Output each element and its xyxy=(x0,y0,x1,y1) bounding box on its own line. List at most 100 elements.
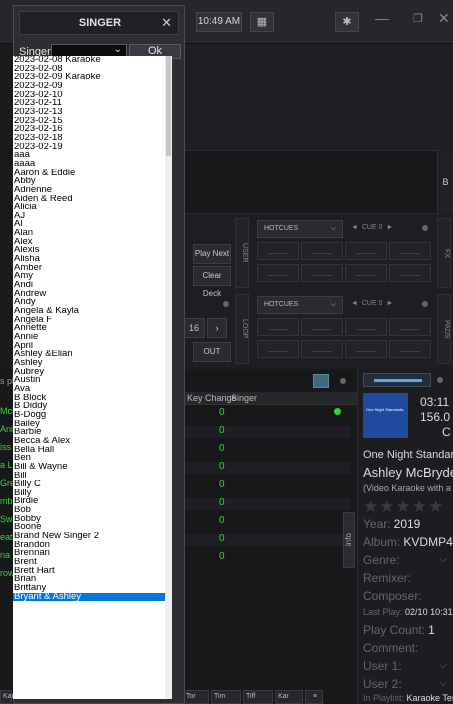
singer-list-item[interactable]: Angela & Kayla xyxy=(13,307,165,316)
hotcue-pad[interactable] xyxy=(345,264,387,282)
table-row[interactable]: 0 xyxy=(183,479,350,492)
singer-list-item[interactable]: 2023-02-10 xyxy=(13,91,165,100)
pads-tab[interactable]: PADS xyxy=(437,294,451,364)
singer-list-item[interactable]: Alex xyxy=(13,238,165,247)
singer-list-item[interactable]: Bobby xyxy=(13,515,165,524)
user2-row[interactable]: User 2: ⌵ xyxy=(363,677,447,691)
cue-nav-top[interactable]: ◄ CUE 0 ► xyxy=(351,224,393,231)
singer-list-item[interactable]: aaa xyxy=(13,151,165,160)
playlist-tab[interactable]: Tor xyxy=(183,690,209,704)
mini-waveform[interactable] xyxy=(363,373,431,387)
close-window-icon[interactable]: ✕ xyxy=(438,10,450,27)
close-icon[interactable]: ✕ xyxy=(161,15,172,31)
waveform-area[interactable] xyxy=(183,150,453,214)
singer-list-item[interactable]: Aiden & Reed xyxy=(13,195,165,204)
singer-list-item[interactable]: Annie xyxy=(13,333,165,342)
cue-nav-bottom[interactable]: ◄ CUE 0 ► xyxy=(351,300,393,307)
hotcue-pad[interactable] xyxy=(389,264,431,282)
hotcue-pad[interactable] xyxy=(345,340,387,358)
singer-list-item[interactable]: Barbie xyxy=(13,428,165,437)
singer-list-item[interactable]: Adrienne xyxy=(13,186,165,195)
singer-list-item[interactable]: Brandon xyxy=(13,541,165,550)
singer-list-item[interactable]: B-Dogg xyxy=(13,411,165,420)
singer-list-item[interactable]: Al xyxy=(13,220,165,229)
genre-row[interactable]: Genre: ⌵ xyxy=(363,553,447,567)
hotcue-pad[interactable] xyxy=(257,242,299,260)
singer-list-item[interactable]: Billy xyxy=(13,489,165,498)
user1-row[interactable]: User 1: ⌵ xyxy=(363,659,447,673)
singer-list-item[interactable]: 2023-02-11 xyxy=(13,99,165,108)
singer-list-item[interactable]: Brian xyxy=(13,575,165,584)
loop-size-display[interactable]: 16 xyxy=(183,318,205,338)
singer-list-item[interactable]: B Diddy xyxy=(13,402,165,411)
singer-list-item[interactable]: 2023-02-08 xyxy=(13,65,165,74)
scrollbar[interactable] xyxy=(165,56,172,699)
singer-list-item[interactable]: Brittany xyxy=(13,584,165,593)
scrollbar-thumb[interactable] xyxy=(166,56,171,156)
singer-list-item[interactable]: Aubrey xyxy=(13,368,165,377)
calendar-icon[interactable]: ▦ xyxy=(250,12,274,32)
singer-list-item[interactable]: 2023-02-08 Karaoke xyxy=(13,56,165,65)
singer-list-item[interactable]: Brennan xyxy=(13,549,165,558)
singer-list-item[interactable]: 2023-02-16 xyxy=(13,125,165,134)
singer-list-item[interactable]: Alexis xyxy=(13,246,165,255)
table-row[interactable]: 0 xyxy=(183,497,350,510)
singer-list-item[interactable]: Amy xyxy=(13,272,165,281)
singer-list-item[interactable]: Bailey xyxy=(13,420,165,429)
singer-list-item[interactable]: 2023-02-18 xyxy=(13,134,165,143)
singer-list-item[interactable]: Bill xyxy=(13,472,165,481)
hotcue-pad[interactable] xyxy=(345,242,387,260)
singer-list-item[interactable]: Annette xyxy=(13,324,165,333)
hotcue-pad[interactable] xyxy=(301,340,343,358)
hotcue-pad[interactable] xyxy=(257,264,299,282)
singer-list-item[interactable]: Bryant & Ashley xyxy=(13,592,165,602)
table-row[interactable]: 0 xyxy=(183,407,350,420)
singer-list-item[interactable]: B Block xyxy=(13,394,165,403)
table-row[interactable]: 0 xyxy=(183,461,350,474)
singer-list-item[interactable]: Bella Hall xyxy=(13,446,165,455)
singer-list-item[interactable]: Alan xyxy=(13,229,165,238)
hotcue-pad[interactable] xyxy=(301,242,343,260)
singer-list-item[interactable]: 2023-02-15 xyxy=(13,117,165,126)
singer-list-item[interactable]: Aaron & Eddie xyxy=(13,169,165,178)
minimize-icon[interactable]: — xyxy=(375,10,389,26)
maximize-icon[interactable]: ❐ xyxy=(413,12,423,25)
play-next-button[interactable]: Play Next xyxy=(193,244,231,264)
hotcue-pad[interactable] xyxy=(257,340,299,358)
singer-list-item[interactable]: Bill & Wayne xyxy=(13,463,165,472)
table-row[interactable]: 0 xyxy=(183,425,350,438)
singer-list-item[interactable]: Andy xyxy=(13,298,165,307)
singer-list-item[interactable]: Amber xyxy=(13,264,165,273)
singer-list-item[interactable]: Ava xyxy=(13,385,165,394)
singer-list-item[interactable]: 2023-02-09 xyxy=(13,82,165,91)
singer-list-item[interactable]: AJ xyxy=(13,212,165,221)
column-header-key-change[interactable]: Key Change xyxy=(187,393,237,403)
singer-list[interactable]: 2023-02-08 Karaoke 2023-02-08 2023-02-09 K… xyxy=(13,56,165,699)
singer-list-item[interactable]: Birdie xyxy=(13,497,165,506)
singer-list-item[interactable]: aaaa xyxy=(13,160,165,169)
playlist-tab[interactable]: Kar xyxy=(275,690,303,704)
singer-list-item[interactable]: Alicia xyxy=(13,203,165,212)
singer-list-item[interactable]: Bob xyxy=(13,506,165,515)
singer-list-item[interactable]: Becca & Alex xyxy=(13,437,165,446)
singer-list-item[interactable]: Brett Hart xyxy=(13,567,165,576)
singer-list-item[interactable]: Andrew xyxy=(13,290,165,299)
singer-list-item[interactable]: Abby xyxy=(13,177,165,186)
singer-list-item[interactable]: April xyxy=(13,342,165,351)
singer-list-item[interactable]: Austin xyxy=(13,376,165,385)
table-row[interactable]: 0 xyxy=(183,551,350,564)
chevron-right-icon[interactable]: › xyxy=(207,318,227,338)
hotcue-pad[interactable] xyxy=(345,318,387,336)
singer-list-item[interactable]: Brent xyxy=(13,558,165,567)
singer-list-item[interactable]: 2023-02-09 Karaoke xyxy=(13,73,165,82)
gear-icon[interactable]: ✱ xyxy=(335,12,359,32)
loop-tab[interactable]: LOOP xyxy=(235,294,249,364)
info-tab[interactable]: info xyxy=(343,512,355,568)
singer-list-item[interactable]: Ashley xyxy=(13,359,165,368)
column-header-singer[interactable]: Singer xyxy=(231,393,257,403)
playlist-menu-icon[interactable]: ≡ xyxy=(305,690,323,704)
singer-list-item[interactable]: 2023-02-13 xyxy=(13,108,165,117)
hotcue-pad[interactable] xyxy=(389,318,431,336)
hotcues-select-top[interactable]: HOTCUES ⌵ xyxy=(257,220,343,238)
singer-list-item[interactable]: Ben xyxy=(13,454,165,463)
